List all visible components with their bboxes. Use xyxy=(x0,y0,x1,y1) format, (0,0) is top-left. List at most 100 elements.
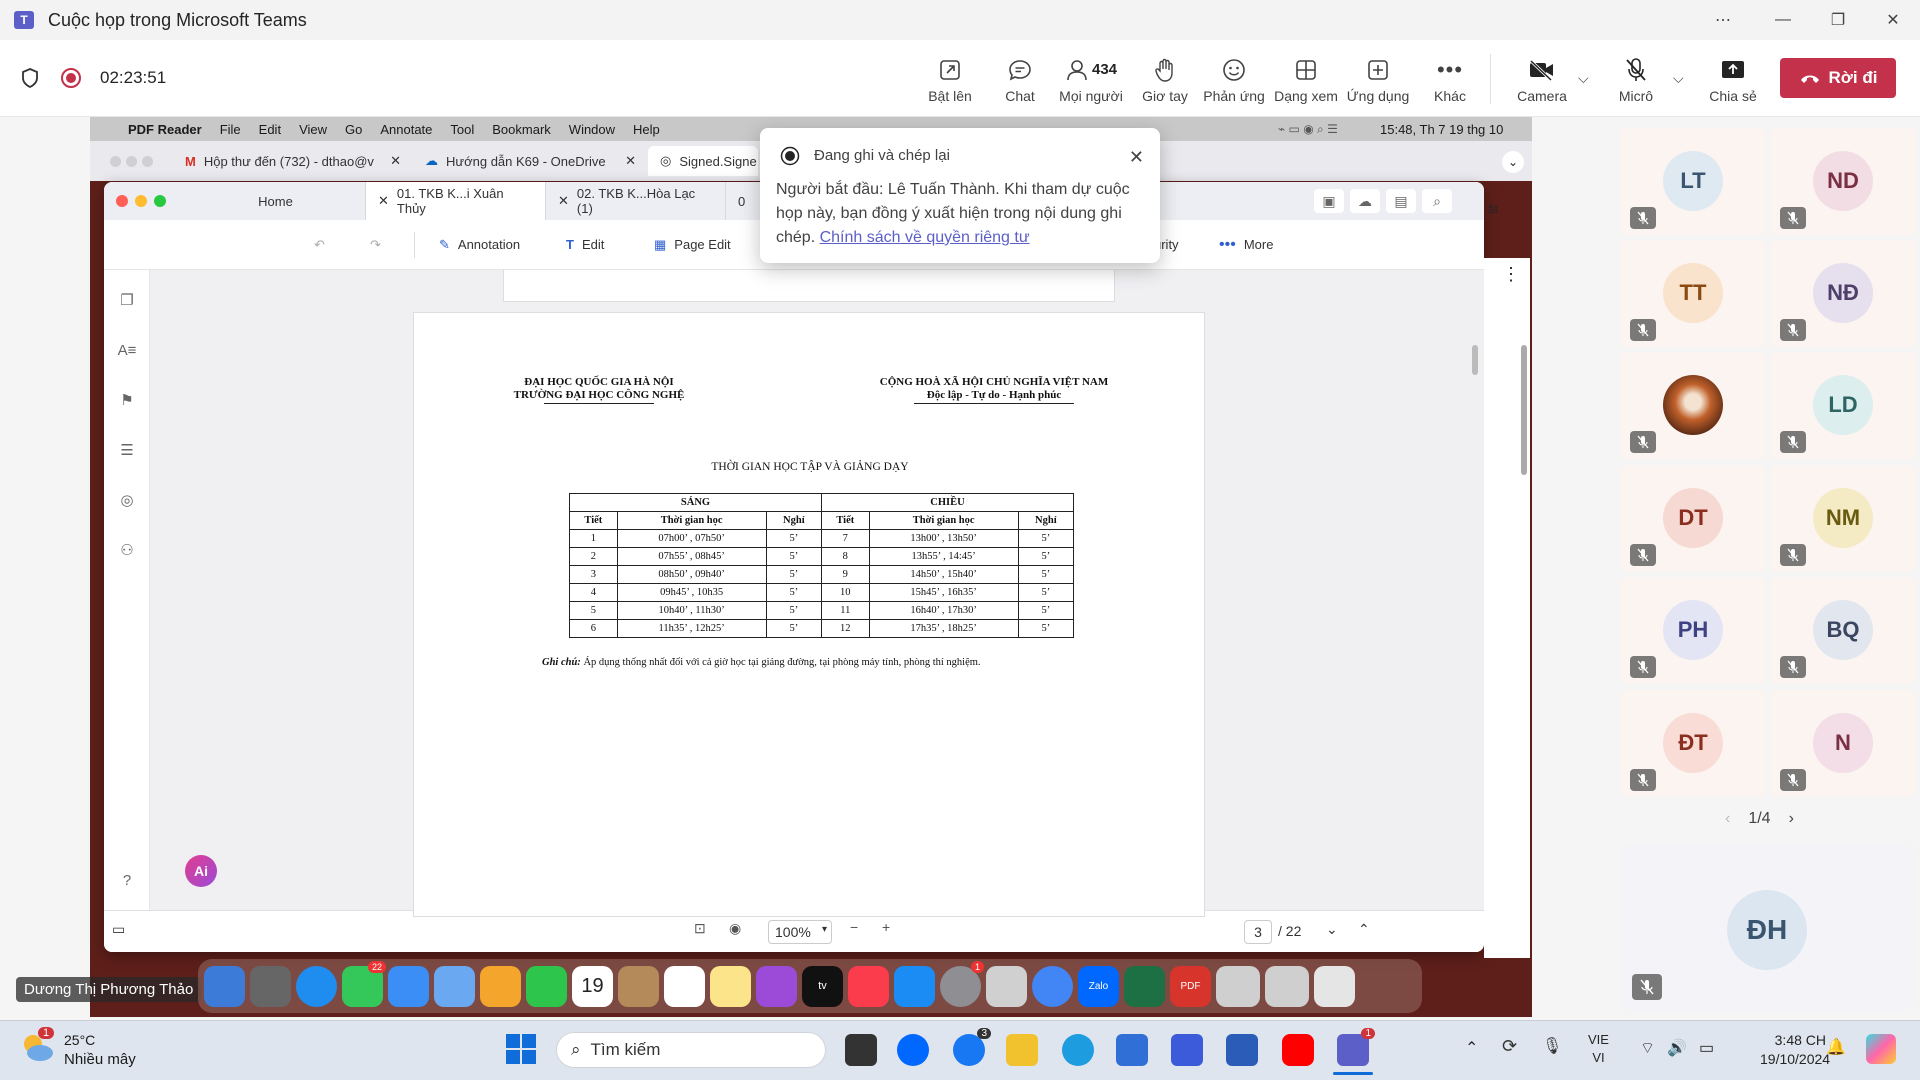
camera-options-chevron-icon[interactable]: ⌵ xyxy=(1578,70,1589,87)
share-button[interactable]: Chia sẻ xyxy=(1705,40,1761,117)
text-icon[interactable]: A≡ xyxy=(117,340,137,360)
tab-overview-chevron-icon[interactable]: ⌄ xyxy=(1502,151,1524,173)
close-tab-icon[interactable]: ✕ xyxy=(625,153,636,169)
copilot-icon[interactable] xyxy=(1866,1034,1896,1064)
youtube-icon[interactable] xyxy=(1282,1034,1314,1066)
menu-annotate[interactable]: Annotate xyxy=(380,122,432,137)
trash-icon[interactable] xyxy=(1314,965,1355,1007)
pop-out-button[interactable]: Bật lên xyxy=(925,40,975,117)
sidebar-toggle-icon[interactable]: ▭ xyxy=(112,921,125,938)
pages-icon[interactable]: ❐ xyxy=(117,290,137,310)
mic-options-chevron-icon[interactable]: ⌵ xyxy=(1673,70,1684,87)
apple-tv-icon[interactable]: tv xyxy=(802,965,843,1007)
taskbar-clock[interactable]: 3:48 CH 19/10/2024 xyxy=(1760,1031,1830,1069)
calendar-icon[interactable]: 19 xyxy=(572,965,613,1007)
zalo-taskbar-icon[interactable] xyxy=(897,1034,929,1066)
participant-tile[interactable]: ĐT xyxy=(1620,690,1766,797)
camera-button[interactable]: Camera xyxy=(1510,40,1574,117)
fit-page-icon[interactable]: ⊡ xyxy=(694,920,706,937)
facebook-icon[interactable]: 3 xyxy=(953,1028,991,1066)
language-indicator[interactable]: VIE VI xyxy=(1588,1031,1609,1067)
participant-tile[interactable]: ND xyxy=(1770,128,1916,235)
zoom-out-icon[interactable]: − xyxy=(850,919,858,935)
safari-icon[interactable] xyxy=(296,965,337,1007)
pdf-tab-partial[interactable]: 0 xyxy=(726,182,756,220)
minimize-button[interactable]: — xyxy=(1760,0,1806,40)
app-store-icon[interactable] xyxy=(894,965,935,1007)
edge-icon[interactable] xyxy=(1062,1034,1094,1066)
notes-icon[interactable] xyxy=(710,965,751,1007)
participant-tile[interactable]: TT xyxy=(1620,240,1766,347)
restore-button[interactable]: ❐ xyxy=(1815,0,1861,40)
app-icon[interactable] xyxy=(1171,1034,1203,1066)
browser-scrollbar[interactable] xyxy=(1521,345,1527,475)
apps-button[interactable]: Ứng dụng xyxy=(1346,40,1410,117)
participant-tile[interactable] xyxy=(1620,352,1766,459)
prev-page-chevron-icon[interactable]: ‹ xyxy=(1725,810,1730,828)
store-icon[interactable] xyxy=(1116,1034,1148,1066)
view-button[interactable]: Dạng xem xyxy=(1273,40,1339,117)
ai-assistant-button[interactable]: Ai xyxy=(185,855,217,887)
windows-start-icon[interactable] xyxy=(506,1034,536,1064)
podcasts-icon[interactable] xyxy=(756,965,797,1007)
finder-icon[interactable] xyxy=(204,965,245,1007)
menu-view[interactable]: View xyxy=(299,122,327,137)
link-icon[interactable]: ⚇ xyxy=(117,540,137,560)
system-tray[interactable]: ⌔ 🔊 ▭ xyxy=(1640,1038,1714,1058)
edit-tool[interactable]: T Edit xyxy=(566,237,604,252)
chrome-icon[interactable] xyxy=(1032,965,1073,1007)
raise-hand-button[interactable]: Giơ tay xyxy=(1140,40,1190,117)
close-popup-icon[interactable]: ✕ xyxy=(1129,144,1144,171)
search-icon[interactable]: ⌕ xyxy=(1422,189,1452,213)
menu-tool[interactable]: Tool xyxy=(450,122,474,137)
participant-tile[interactable]: NĐ xyxy=(1770,240,1916,347)
more-options-icon[interactable]: ⋯ xyxy=(1700,0,1746,40)
preview-icon[interactable] xyxy=(986,965,1027,1007)
launchpad-icon[interactable] xyxy=(250,965,291,1007)
weather-widget[interactable]: 1 xyxy=(18,1027,58,1070)
messages-icon[interactable]: 22 xyxy=(342,960,386,1007)
menu-go[interactable]: Go xyxy=(345,122,362,137)
chat-button[interactable]: Chat xyxy=(1000,40,1040,117)
minimize-window-icon[interactable] xyxy=(135,195,147,207)
show-hidden-icons-chevron-icon[interactable]: ⌃ xyxy=(1465,1038,1478,1058)
close-tab-icon[interactable]: ✕ xyxy=(378,193,389,209)
reminders-icon[interactable] xyxy=(664,965,705,1007)
participant-tile[interactable]: LD xyxy=(1770,352,1916,459)
eye-icon[interactable]: ◉ xyxy=(729,920,741,937)
prev-page-icon[interactable]: ⌃ xyxy=(1358,921,1370,938)
mail-icon[interactable] xyxy=(388,965,429,1007)
browser-tab-signed[interactable]: ◎ Signed.Signe xyxy=(648,146,758,176)
next-page-icon[interactable]: ⌄ xyxy=(1326,921,1338,938)
pdf-tab-active[interactable]: ✕ 01. TKB K...i Xuân Thủy xyxy=(366,182,546,220)
pdf-tab[interactable]: ✕ 02. TKB K...Hòa Lạc (1) xyxy=(546,182,726,220)
browser-tab-mail[interactable]: M Hộp thư đến (732) - dthao@v ✕ xyxy=(173,146,413,176)
zoom-in-icon[interactable]: + xyxy=(882,919,890,935)
contacts-icon[interactable] xyxy=(618,965,659,1007)
page-edit-tool[interactable]: ▦ Page Edit xyxy=(654,237,731,253)
reactions-button[interactable]: Phản ứng xyxy=(1203,40,1265,117)
bag-icon[interactable]: ▣ xyxy=(1314,189,1344,213)
close-button[interactable]: ✕ xyxy=(1870,0,1916,40)
file-explorer-icon[interactable] xyxy=(1006,1034,1038,1066)
notification-bell-icon[interactable]: 🔔 xyxy=(1826,1037,1846,1057)
participant-tile[interactable]: N xyxy=(1770,690,1916,797)
more-tool[interactable]: ••• More xyxy=(1219,236,1273,254)
signature-icon[interactable]: ◎ xyxy=(117,490,137,510)
menu-bookmark[interactable]: Bookmark xyxy=(492,122,551,137)
page-number-input[interactable]: 3 xyxy=(1244,920,1272,944)
menu-edit[interactable]: Edit xyxy=(259,122,281,137)
close-tab-icon[interactable]: ✕ xyxy=(390,153,401,169)
menu-window[interactable]: Window xyxy=(569,122,615,137)
downloads-icon[interactable] xyxy=(1216,965,1260,1007)
help-icon[interactable]: ? xyxy=(117,870,137,890)
list-icon[interactable]: ☰ xyxy=(117,440,137,460)
menu-file[interactable]: File xyxy=(220,122,241,137)
leave-button[interactable]: Rời đi xyxy=(1780,58,1896,98)
folder-stack-icon[interactable] xyxy=(1265,965,1309,1007)
taskbar-search[interactable]: ⌕ Tìm kiếm xyxy=(556,1032,826,1068)
menu-app-name[interactable]: PDF Reader xyxy=(128,122,202,137)
undo-icon[interactable]: ↶ xyxy=(314,237,325,253)
participant-tile[interactable]: DT xyxy=(1620,465,1766,572)
kebab-menu-icon[interactable]: ⋮ xyxy=(1502,264,1520,285)
